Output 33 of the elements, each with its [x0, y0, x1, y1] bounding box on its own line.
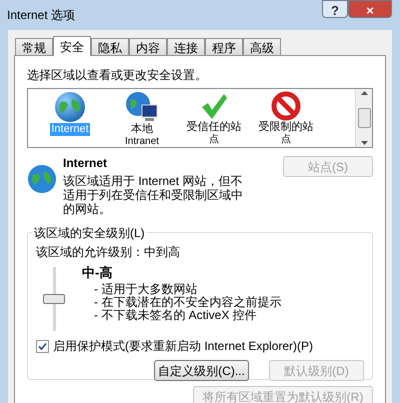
zone-item[interactable]: 受限制的站 点	[254, 89, 318, 147]
tab[interactable]: 常规	[15, 38, 53, 55]
checkbox[interactable]	[36, 340, 49, 352]
level-description: - 在下载潜在的不安全内容之前提示	[93, 296, 282, 308]
tab[interactable]: 安全	[53, 36, 91, 56]
tab[interactable]: 内容	[129, 38, 167, 55]
level-name: 中-高	[82, 264, 114, 282]
globe-computer-icon	[125, 91, 159, 123]
scroll-down-icon[interactable]	[360, 141, 368, 145]
checkbox-label: 启用保护模式(要求重新启动 Internet Explorer)(P)	[53, 338, 314, 355]
level-description: - 不下载未签名的 ActiveX 控件	[93, 308, 257, 322]
tab[interactable]: 程序	[205, 38, 243, 55]
scrollbar[interactable]	[355, 89, 372, 147]
level-description: - 适用于大多数网站	[93, 282, 198, 296]
scroll-up-icon[interactable]	[360, 91, 368, 95]
tab[interactable]: 连接	[167, 38, 205, 55]
instruction-text: 选择区域以查看或更改安全设置。	[27, 67, 208, 84]
no-entry-icon	[271, 91, 301, 121]
zone-item[interactable]: 本地 Intranet	[110, 89, 174, 147]
help-button[interactable]: ?	[322, 0, 348, 18]
window-title: Internet 选项	[7, 7, 76, 24]
zone-description: 该区域适用于 Internet 网站，但不适用于列在受信任和受限制区域中的网站。	[63, 174, 244, 216]
close-button[interactable]: ×	[348, 0, 392, 18]
zone-item[interactable]: 受信任的站 点	[182, 89, 246, 147]
tab[interactable]: 隐私	[91, 38, 129, 55]
allowed-level-text: 该区域的允许级别：中到高	[36, 244, 181, 261]
push-button[interactable]: 自定义级别(C)...	[154, 360, 249, 381]
globe-icon	[54, 91, 86, 123]
zone-title: Internet	[63, 155, 108, 172]
globe-icon	[27, 164, 57, 194]
group-legend: 该区域的安全级别(L)	[32, 224, 147, 242]
tab[interactable]: 高级	[243, 38, 281, 55]
slider-thumb[interactable]	[43, 294, 65, 304]
